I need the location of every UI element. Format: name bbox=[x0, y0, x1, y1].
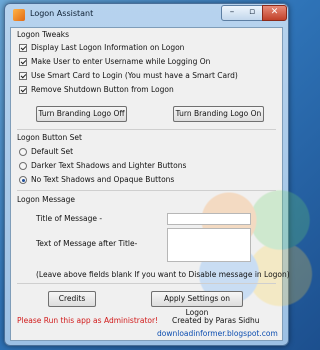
radio-no-shadows[interactable] bbox=[19, 176, 27, 184]
divider bbox=[17, 129, 276, 130]
window-title: Logon Assistant bbox=[30, 9, 94, 18]
message-text-label: Text of Message after Title- bbox=[36, 239, 138, 248]
radio-label: No Text Shadows and Opaque Buttons bbox=[31, 175, 175, 184]
message-title-label: Title of Message - bbox=[36, 214, 103, 223]
divider bbox=[17, 190, 276, 191]
website-link[interactable]: downloadinformer.blogspot.com bbox=[157, 329, 278, 338]
title-bar[interactable]: Logon Assistant – ▫ ✕ bbox=[5, 4, 288, 26]
close-button[interactable]: ✕ bbox=[262, 5, 287, 21]
checkbox-enter-username[interactable] bbox=[19, 58, 27, 66]
logon-button-set-heading: Logon Button Set bbox=[17, 133, 82, 142]
credits-button[interactable]: Credits bbox=[48, 291, 96, 307]
message-note: (Leave above fields blank If you want to… bbox=[36, 270, 290, 279]
created-by: Created by Paras Sidhu bbox=[172, 316, 260, 325]
branding-logo-off-button[interactable]: Turn Branding Logo Off bbox=[36, 106, 127, 122]
maximize-icon: ▫ bbox=[248, 7, 256, 17]
admin-warning: Please Run this app as Administrator! bbox=[17, 316, 159, 325]
logon-message-heading: Logon Message bbox=[17, 195, 75, 204]
checkbox-remove-shutdown[interactable] bbox=[19, 86, 27, 94]
minimize-button[interactable]: – bbox=[221, 5, 243, 21]
checkbox-label: Use Smart Card to Login (You must have a… bbox=[31, 71, 238, 80]
minimize-icon: – bbox=[229, 7, 235, 17]
checkbox-display-last-logon[interactable] bbox=[19, 44, 27, 52]
logon-tweaks-heading: Logon Tweaks bbox=[17, 30, 70, 39]
close-icon: ✕ bbox=[270, 7, 279, 17]
app-icon bbox=[13, 9, 25, 21]
maximize-button[interactable]: ▫ bbox=[242, 5, 263, 21]
app-window: Logon Assistant – ▫ ✕ Logon Tweaks Displ… bbox=[4, 3, 320, 346]
branding-logo-on-button[interactable]: Turn Branding Logo On bbox=[173, 106, 264, 122]
radio-darker-shadows[interactable] bbox=[19, 162, 27, 170]
apply-settings-button[interactable]: Apply Settings on Logon bbox=[151, 291, 243, 317]
client-area: Logon Tweaks Display Last Logon Informat… bbox=[10, 27, 320, 341]
message-title-input[interactable] bbox=[167, 213, 251, 225]
checkbox-smart-card[interactable] bbox=[19, 72, 27, 80]
divider bbox=[17, 283, 276, 284]
checkbox-label: Display Last Logon Information on Logon bbox=[31, 43, 185, 52]
radio-label: Darker Text Shadows and Lighter Buttons bbox=[31, 161, 187, 170]
checkbox-label: Remove Shutdown Button from Logon bbox=[31, 85, 174, 94]
checkbox-label: Make User to enter Username while Loggin… bbox=[31, 57, 211, 66]
radio-default-set[interactable] bbox=[19, 148, 27, 156]
radio-label: Default Set bbox=[31, 147, 74, 156]
message-text-input[interactable] bbox=[167, 228, 251, 262]
